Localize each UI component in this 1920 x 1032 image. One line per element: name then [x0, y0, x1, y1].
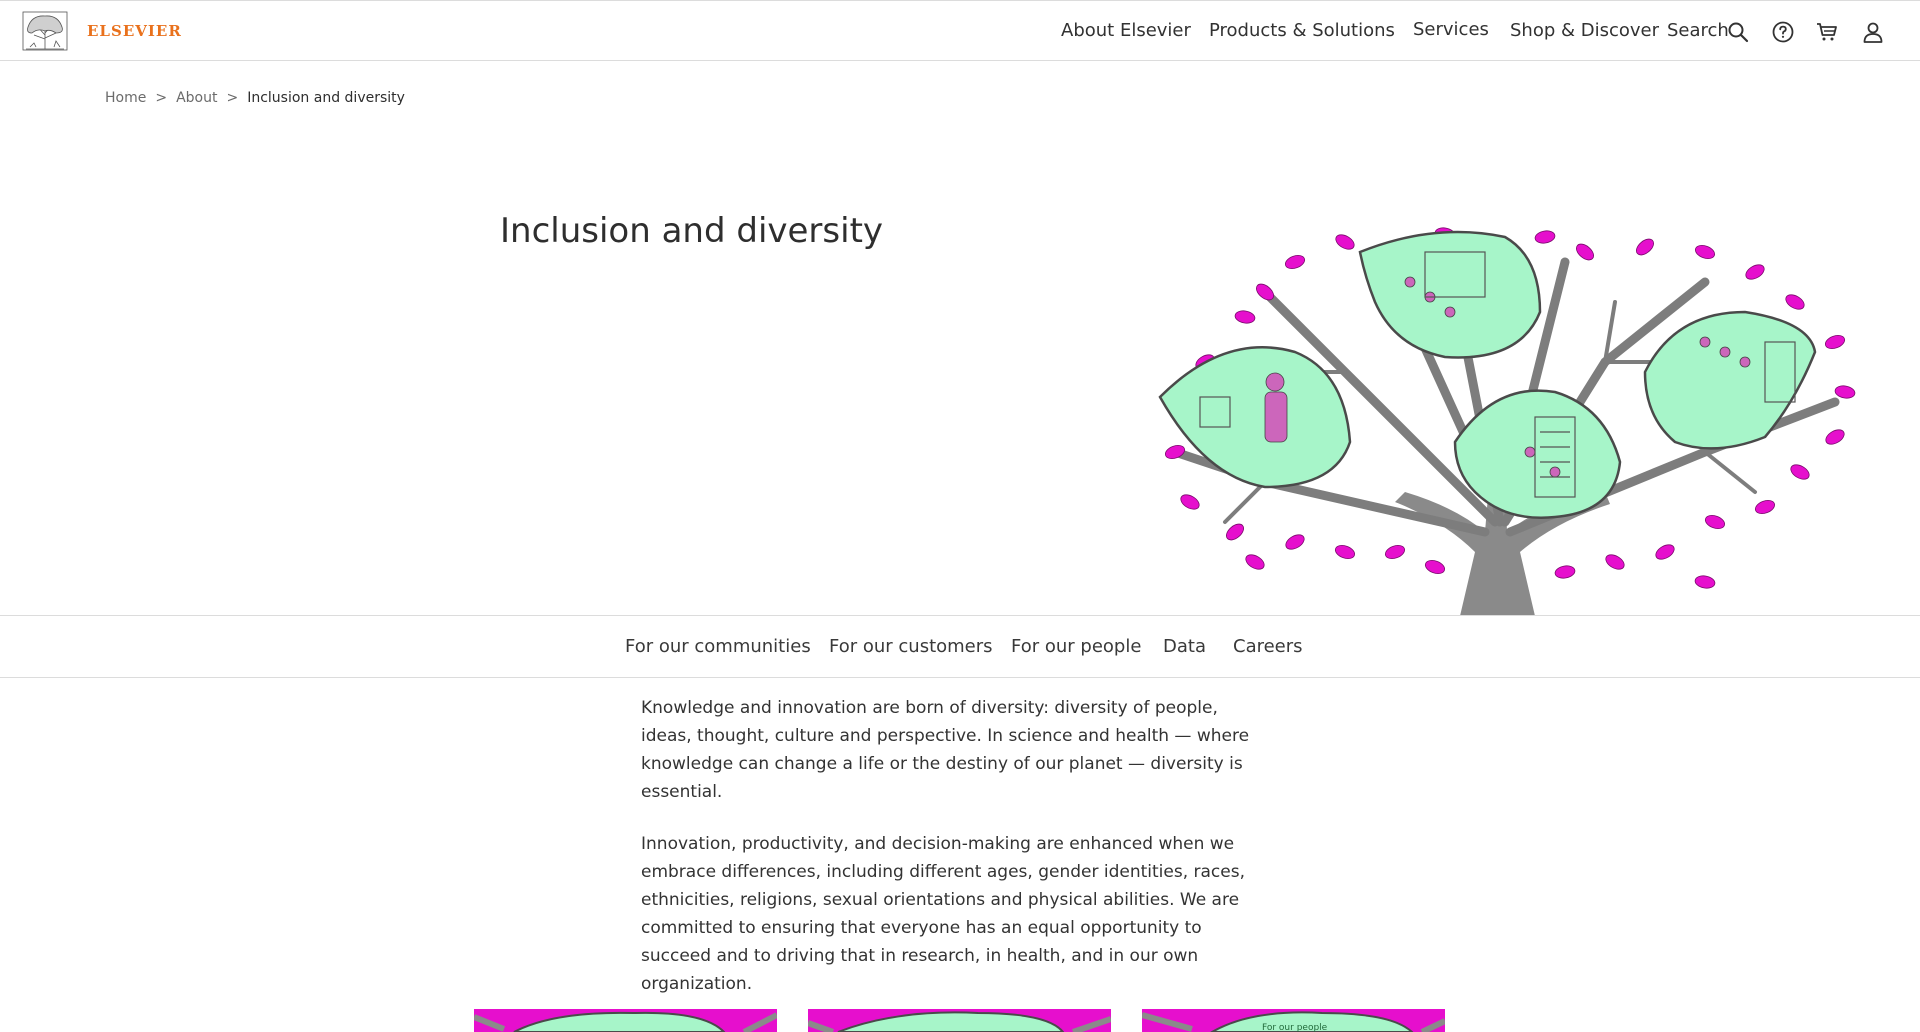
nav-shop-discover[interactable]: Shop & Discover	[1510, 20, 1659, 41]
search-link[interactable]: Search	[1667, 20, 1729, 41]
card-label: For our people	[1262, 1023, 1328, 1032]
card-for-our-communities[interactable]	[474, 1009, 777, 1032]
subnav-data[interactable]: Data	[1163, 636, 1206, 657]
breadcrumb-current: Inclusion and diversity	[247, 90, 405, 106]
commitment-paragraph: Innovation, productivity, and decision-m…	[641, 834, 1245, 994]
card-for-our-people[interactable]: For our people	[1142, 1009, 1445, 1032]
cart-icon[interactable]	[1815, 20, 1839, 44]
breadcrumb-separator: >	[155, 90, 168, 106]
nav-about-elsevier[interactable]: About Elsevier	[1061, 20, 1191, 41]
site-header: ELSEVIER About Elsevier Products & Solut…	[0, 0, 1920, 61]
nav-services[interactable]: Services	[1413, 19, 1489, 40]
page-title: Inclusion and diversity	[500, 210, 884, 251]
diversity-tree-illustration	[1158, 227, 1856, 616]
subnav-for-our-customers[interactable]: For our customers	[829, 636, 993, 657]
help-icon[interactable]	[1771, 20, 1795, 44]
breadcrumb-about-link[interactable]: About	[176, 90, 217, 106]
elsevier-tree-logo-icon[interactable]	[22, 11, 68, 51]
elsevier-wordmark[interactable]: ELSEVIER	[87, 22, 182, 40]
card-illustration	[808, 1009, 1111, 1032]
subnav-for-our-people[interactable]: For our people	[1011, 636, 1141, 657]
card-for-our-customers[interactable]	[808, 1009, 1111, 1032]
intro-paragraph: Knowledge and innovation are born of div…	[641, 698, 1250, 802]
breadcrumb: Home > About > Inclusion and diversity	[105, 90, 405, 106]
section-subnav: For our communities For our customers Fo…	[0, 615, 1920, 678]
breadcrumb-separator: >	[226, 90, 239, 106]
card-illustration	[474, 1009, 777, 1032]
user-icon[interactable]	[1861, 20, 1885, 44]
subnav-careers[interactable]: Careers	[1233, 636, 1303, 657]
subnav-for-our-communities[interactable]: For our communities	[625, 636, 811, 657]
search-icon[interactable]	[1726, 20, 1750, 44]
breadcrumb-home-link[interactable]: Home	[105, 90, 146, 106]
nav-products-solutions[interactable]: Products & Solutions	[1209, 20, 1395, 41]
